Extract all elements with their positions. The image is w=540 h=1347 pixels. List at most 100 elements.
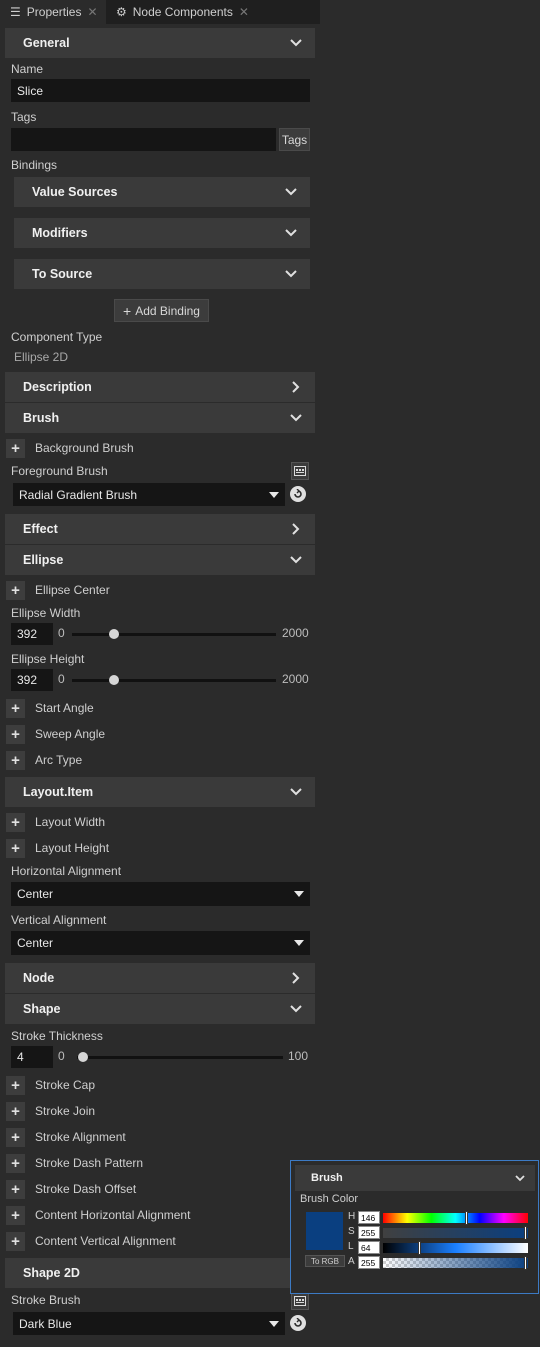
layout-height-label: Layout Height (35, 841, 110, 855)
plus-icon[interactable]: + (6, 1179, 25, 1199)
plus-icon[interactable]: + (6, 580, 25, 600)
to-rgb-button[interactable]: To RGB (305, 1255, 345, 1267)
hue-input[interactable]: 146 (358, 1211, 380, 1224)
section-brush-title: Brush (23, 411, 60, 425)
plus-icon[interactable]: + (6, 1127, 25, 1147)
ellipse-width-input[interactable]: 392 (11, 623, 53, 645)
slider-thumb[interactable] (524, 1226, 527, 1240)
add-stroke-join[interactable]: + Stroke Join (6, 1101, 95, 1121)
brush-popup-title: Brush (311, 1172, 343, 1184)
section-layout-item-title: Layout.Item (23, 785, 94, 799)
saturation-slider[interactable] (383, 1226, 528, 1240)
add-layout-height[interactable]: + Layout Height (6, 838, 109, 858)
bindings-label: Bindings (11, 158, 58, 172)
saturation-input[interactable]: 255 (358, 1226, 380, 1239)
plus-icon[interactable]: + (6, 750, 25, 770)
hue-slider[interactable] (383, 1211, 528, 1225)
plus-icon[interactable]: + (6, 698, 25, 718)
slider-thumb[interactable] (78, 1052, 88, 1062)
dropdown-arrow-icon (269, 1320, 279, 1327)
add-stroke-cap[interactable]: + Stroke Cap (6, 1075, 95, 1095)
brush-popup-header[interactable]: Brush (295, 1165, 535, 1191)
section-layout-item[interactable]: Layout.Item (5, 777, 315, 807)
add-binding-button[interactable]: + Add Binding (114, 299, 209, 322)
section-description[interactable]: Description (5, 372, 315, 402)
section-shape2d[interactable]: Shape 2D (5, 1258, 315, 1288)
tab-node-components[interactable]: ⚙ Node Components ✕ (106, 0, 266, 24)
slider-thumb[interactable] (524, 1256, 527, 1270)
saturation-channel-label: S (348, 1226, 355, 1237)
brush-editor-icon[interactable] (291, 462, 309, 480)
plus-icon[interactable]: + (6, 1205, 25, 1225)
section-node[interactable]: Node (5, 963, 315, 993)
stroke-brush-dropdown[interactable]: Dark Blue (13, 1312, 285, 1335)
add-stroke-dash-offset[interactable]: + Stroke Dash Offset (6, 1179, 136, 1199)
plus-icon[interactable]: + (6, 1075, 25, 1095)
slider-track[interactable] (72, 633, 276, 636)
dropdown-arrow-icon (294, 940, 304, 946)
section-effect[interactable]: Effect (5, 514, 315, 544)
reset-icon[interactable] (290, 1315, 306, 1331)
slider-track[interactable] (72, 679, 276, 682)
section-value-sources[interactable]: Value Sources (14, 177, 310, 207)
section-ellipse[interactable]: Ellipse (5, 545, 315, 575)
slider-thumb[interactable] (109, 629, 119, 639)
add-sweep-angle[interactable]: + Sweep Angle (6, 724, 105, 744)
reset-icon[interactable] (290, 486, 306, 502)
plus-icon[interactable]: + (6, 1101, 25, 1121)
alpha-slider[interactable] (383, 1256, 528, 1270)
tags-input[interactable] (11, 128, 276, 151)
stroke-thickness-slider[interactable]: 0 100 (58, 1046, 310, 1068)
slider-thumb[interactable] (109, 675, 119, 685)
plus-icon[interactable]: + (6, 838, 25, 858)
add-start-angle[interactable]: + Start Angle (6, 698, 94, 718)
slider-track[interactable] (77, 1056, 283, 1059)
vertical-alignment-dropdown[interactable]: Center (11, 931, 310, 955)
plus-icon[interactable]: + (6, 724, 25, 744)
add-content-vertical-alignment[interactable]: + Content Vertical Alignment (6, 1231, 176, 1251)
add-background-brush[interactable]: + Background Brush (6, 438, 134, 458)
chevron-right-icon (289, 971, 303, 985)
name-input[interactable]: Slice (11, 79, 310, 102)
close-icon[interactable]: ✕ (87, 5, 97, 19)
plus-icon[interactable]: + (6, 438, 25, 458)
section-modifiers[interactable]: Modifiers (14, 218, 310, 248)
plus-icon[interactable]: + (6, 1153, 25, 1173)
section-brush[interactable]: Brush (5, 403, 315, 433)
plus-icon[interactable]: + (6, 1231, 25, 1251)
ellipse-height-input[interactable]: 392 (11, 669, 53, 691)
section-shape[interactable]: Shape (5, 994, 315, 1024)
tab-properties[interactable]: ☰ Properties ✕ (0, 0, 106, 24)
lightness-input[interactable]: 64 (358, 1241, 380, 1254)
slider-min-label: 0 (58, 626, 65, 640)
lightness-slider[interactable] (383, 1241, 528, 1255)
add-arc-type[interactable]: + Arc Type (6, 750, 82, 770)
plus-icon[interactable]: + (6, 812, 25, 832)
add-stroke-dash-pattern[interactable]: + Stroke Dash Pattern (6, 1153, 143, 1173)
brush-editor-icon[interactable] (291, 1292, 309, 1310)
add-layout-width[interactable]: + Layout Width (6, 812, 105, 832)
vertical-alignment-label: Vertical Alignment (11, 913, 107, 927)
dropdown-arrow-icon (269, 491, 279, 498)
alpha-input[interactable]: 255 (358, 1256, 380, 1269)
section-modifiers-title: Modifiers (32, 226, 88, 240)
stroke-thickness-input[interactable]: 4 (11, 1046, 53, 1068)
foreground-brush-value: Radial Gradient Brush (19, 487, 138, 502)
stroke-thickness-label: Stroke Thickness (11, 1029, 103, 1043)
horizontal-alignment-dropdown[interactable]: Center (11, 882, 310, 906)
section-to-source[interactable]: To Source (14, 259, 310, 289)
tags-button[interactable]: Tags (279, 128, 310, 151)
ellipse-width-slider[interactable]: 0 2000 (58, 623, 310, 645)
slider-thumb[interactable] (465, 1211, 468, 1225)
ellipse-height-slider[interactable]: 0 2000 (58, 669, 310, 691)
stroke-join-label: Stroke Join (35, 1104, 96, 1118)
add-ellipse-center[interactable]: + Ellipse Center (6, 580, 110, 600)
close-icon[interactable]: ✕ (239, 5, 249, 19)
foreground-brush-dropdown[interactable]: Radial Gradient Brush (13, 483, 285, 506)
add-stroke-alignment[interactable]: + Stroke Alignment (6, 1127, 126, 1147)
add-content-horizontal-alignment[interactable]: + Content Horizontal Alignment (6, 1205, 190, 1225)
hue-channel-label: H (348, 1211, 356, 1222)
section-general[interactable]: General (5, 28, 315, 58)
slider-thumb[interactable] (418, 1241, 421, 1255)
chevron-down-icon (284, 226, 298, 240)
